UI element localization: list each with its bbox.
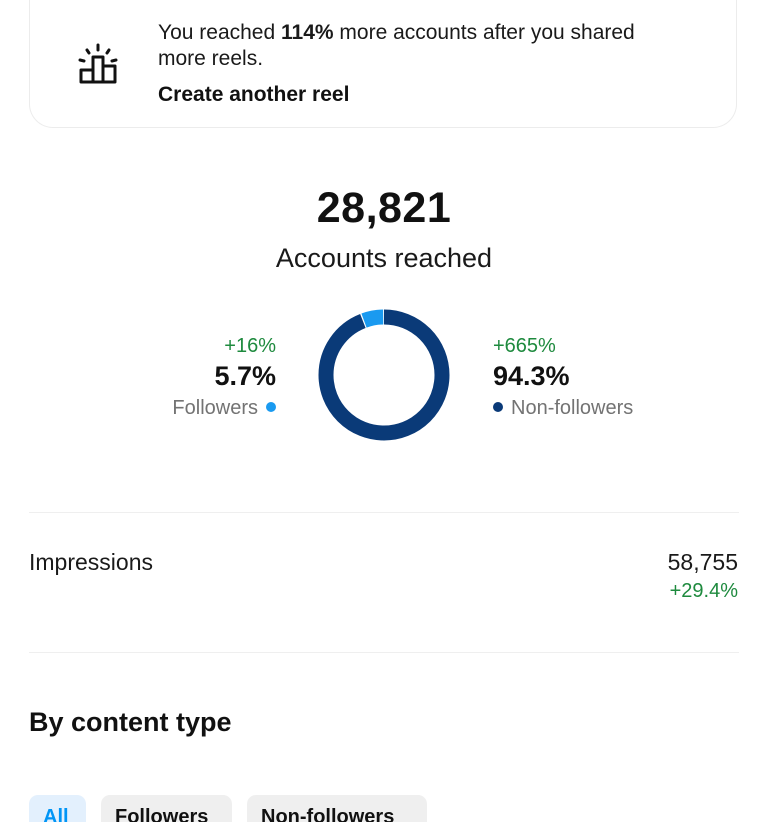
podium-sparkle-icon xyxy=(78,43,118,84)
impressions-label: Impressions xyxy=(29,549,153,575)
create-reel-link[interactable]: Create another reel xyxy=(158,83,349,107)
non-followers-label: Non-followers xyxy=(511,397,634,419)
insights-page: You reached 114% more accounts after you… xyxy=(0,0,768,822)
filter-chip-all[interactable]: All xyxy=(29,795,86,822)
divider xyxy=(29,652,739,653)
accounts-reached-label: Accounts reached xyxy=(275,243,493,273)
donut-slice-non-followers xyxy=(318,309,450,441)
non-followers-dot-icon xyxy=(493,401,503,412)
followers-dot-icon xyxy=(266,401,276,412)
reels-promo-card[interactable]: You reached 114% more accounts after you… xyxy=(29,0,737,128)
accounts-reached-count: 28,821 xyxy=(316,184,452,232)
promo-text-bold: 114% xyxy=(281,21,334,44)
content-type-title: By content type xyxy=(29,707,232,737)
impressions-value: 58,755 xyxy=(667,549,738,575)
followers-stat: +16% 5.7% Followers xyxy=(172,334,276,422)
non-followers-legend: Non-followers xyxy=(493,394,633,422)
filter-chip-non-followers[interactable]: Non-followers xyxy=(247,795,427,822)
audience-donut-chart xyxy=(318,309,450,441)
filter-chip-followers[interactable]: Followers xyxy=(101,795,232,822)
impressions-change: +29.4% xyxy=(669,580,738,602)
non-followers-change: +665% xyxy=(493,335,556,357)
divider xyxy=(29,512,739,513)
non-followers-percent: 94.3% xyxy=(493,361,570,391)
followers-change: +16% xyxy=(224,335,276,357)
followers-label: Followers xyxy=(172,397,258,419)
followers-percent: 5.7% xyxy=(214,361,276,391)
promo-message: You reached 114% more accounts after you… xyxy=(158,20,678,72)
non-followers-stat: +665% 94.3% Non-followers xyxy=(493,334,633,422)
promo-text-before: You reached xyxy=(158,21,281,44)
followers-legend: Followers xyxy=(172,394,276,422)
